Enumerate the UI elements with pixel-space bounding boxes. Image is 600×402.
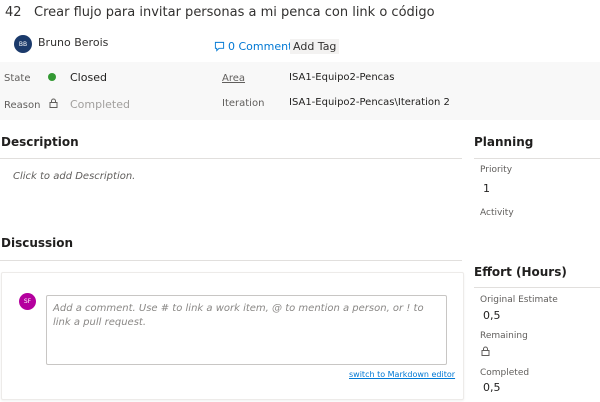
completed-value[interactable]: 0,5 xyxy=(483,381,501,394)
iteration-value[interactable]: ISA1-Equipo2-Pencas\Iteration 2 xyxy=(289,97,450,108)
commenter-avatar: SF xyxy=(19,293,36,310)
work-item-id: 42 xyxy=(5,5,22,20)
discussion-divider xyxy=(0,260,462,261)
description-placeholder[interactable]: Click to add Description. xyxy=(13,171,135,182)
effort-divider xyxy=(474,287,600,288)
state-indicator xyxy=(48,73,56,81)
comment-icon xyxy=(214,41,225,52)
state-value[interactable]: Closed xyxy=(70,71,107,84)
activity-label: Activity xyxy=(480,208,514,218)
discussion-heading: Discussion xyxy=(1,236,74,250)
add-tag-button[interactable]: Add Tag xyxy=(290,39,340,54)
planning-divider xyxy=(474,158,600,159)
reason-label: Reason xyxy=(4,100,41,111)
lock-icon xyxy=(49,98,58,108)
original-estimate-label: Original Estimate xyxy=(480,295,558,305)
area-value[interactable]: ISA1-Equipo2-Pencas xyxy=(289,72,395,83)
remaining-lock-icon xyxy=(481,346,490,356)
priority-value[interactable]: 1 xyxy=(483,182,490,195)
remaining-label: Remaining xyxy=(480,331,528,341)
completed-label: Completed xyxy=(480,368,530,378)
area-label: Area xyxy=(222,73,246,84)
planning-heading: Planning xyxy=(474,135,534,149)
owner-name[interactable]: Bruno Berois xyxy=(38,36,108,49)
comment-input[interactable]: Add a comment. Use # to link a work item… xyxy=(46,295,447,365)
priority-label: Priority xyxy=(480,165,513,175)
markdown-editor-link[interactable]: switch to Markdown editor xyxy=(349,370,455,379)
reason-value: Completed xyxy=(70,98,130,111)
owner-avatar[interactable]: BB xyxy=(14,35,32,53)
description-divider xyxy=(0,158,462,159)
iteration-label: Iteration xyxy=(222,98,265,109)
original-estimate-value[interactable]: 0,5 xyxy=(483,309,501,322)
state-label: State xyxy=(4,73,31,84)
effort-heading: Effort (Hours) xyxy=(474,265,567,279)
comments-count-label: 0 Comments xyxy=(228,40,299,53)
description-heading: Description xyxy=(1,135,79,149)
comments-link[interactable]: 0 Comments xyxy=(214,40,298,53)
work-item-title[interactable]: Crear flujo para invitar personas a mi p… xyxy=(34,5,435,20)
